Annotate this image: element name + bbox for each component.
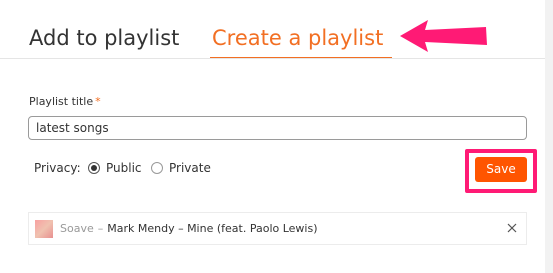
- tab-divider: [0, 58, 545, 59]
- public-radio[interactable]: [88, 162, 100, 174]
- private-radio[interactable]: [151, 162, 163, 174]
- track-info: Soave – Mark Mendy – Mine (feat. Paolo Lew…: [60, 222, 318, 235]
- private-radio-label: Private: [169, 161, 211, 175]
- tab-create-playlist[interactable]: Create a playlist: [212, 24, 383, 52]
- close-icon[interactable]: [506, 222, 518, 234]
- arrow-left-icon: [400, 20, 487, 52]
- track-row: Soave – Mark Mendy – Mine (feat. Paolo Lew…: [28, 212, 527, 245]
- save-button[interactable]: Save: [475, 157, 527, 182]
- track-artwork: [35, 220, 53, 238]
- track-artist: Soave: [60, 222, 94, 235]
- track-separator: –: [97, 222, 104, 235]
- create-playlist-panel: Add to playlist Create a playlist Playli…: [0, 0, 545, 273]
- tab-add-to-playlist[interactable]: Add to playlist: [29, 24, 179, 52]
- public-radio-label: Public: [106, 161, 142, 175]
- track-title: Mark Mendy – Mine (feat. Paolo Lewis): [107, 222, 318, 235]
- playlist-title-input[interactable]: [28, 116, 527, 140]
- privacy-label: Privacy:: [34, 161, 81, 175]
- required-marker: *: [95, 95, 101, 108]
- playlist-title-label: Playlist title *: [29, 95, 101, 108]
- playlist-title-label-text: Playlist title: [29, 95, 94, 108]
